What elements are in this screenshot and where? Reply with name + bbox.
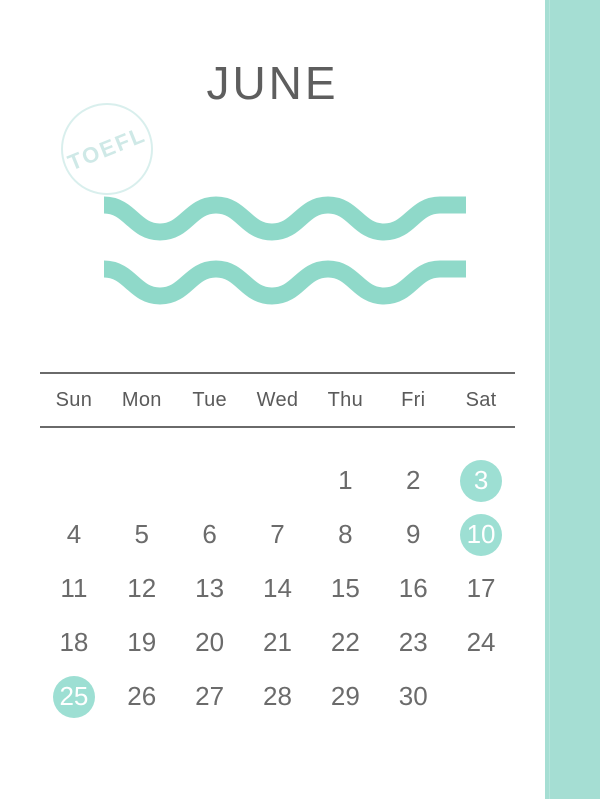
date-cell-1[interactable]: 1 bbox=[311, 454, 379, 508]
date-cell-24[interactable]: 24 bbox=[447, 616, 515, 670]
date-cell-13[interactable]: 13 bbox=[176, 562, 244, 616]
date-cell-9[interactable]: 9 bbox=[379, 508, 447, 562]
date-cell-4[interactable]: 4 bbox=[40, 508, 108, 562]
date-number: 4 bbox=[66, 519, 82, 549]
calendar-page: TOEFL JUNE Sun Mon Tue Wed Thu Fri Sat 1234567… bbox=[0, 0, 600, 799]
date-number: 5 bbox=[134, 519, 149, 549]
toefl-stamp-text: TOEFL bbox=[64, 122, 149, 176]
date-number: 13 bbox=[195, 573, 225, 603]
date-number: 17 bbox=[466, 573, 496, 603]
date-number: 26 bbox=[127, 681, 157, 711]
date-cell-21[interactable]: 21 bbox=[244, 616, 312, 670]
date-cell-empty bbox=[244, 454, 312, 508]
date-cell-19[interactable]: 19 bbox=[108, 616, 176, 670]
date-number: 30 bbox=[398, 681, 428, 711]
date-cell-27[interactable]: 27 bbox=[176, 670, 244, 724]
date-number: 24 bbox=[466, 627, 496, 657]
date-cell-2[interactable]: 2 bbox=[379, 454, 447, 508]
date-cell-3[interactable]: 3 bbox=[447, 454, 515, 508]
date-number: 14 bbox=[263, 573, 292, 603]
accent-bar-inner-line bbox=[549, 0, 550, 799]
date-number: 7 bbox=[270, 519, 285, 549]
date-cell-8[interactable]: 8 bbox=[311, 508, 379, 562]
date-cell-18[interactable]: 18 bbox=[40, 616, 108, 670]
date-cell-16[interactable]: 16 bbox=[379, 562, 447, 616]
date-cell-17[interactable]: 17 bbox=[447, 562, 515, 616]
date-cell-empty bbox=[447, 670, 515, 724]
header-rule-bottom bbox=[40, 426, 515, 428]
date-cell-22[interactable]: 22 bbox=[311, 616, 379, 670]
date-number: 6 bbox=[202, 519, 217, 549]
date-number: 15 bbox=[330, 573, 360, 603]
date-cell-12[interactable]: 12 bbox=[108, 562, 176, 616]
date-cell-20[interactable]: 20 bbox=[176, 616, 244, 670]
date-number: 23 bbox=[398, 627, 428, 657]
date-number: 28 bbox=[263, 681, 292, 711]
date-number: 12 bbox=[127, 573, 157, 603]
date-number: 18 bbox=[59, 627, 89, 657]
date-cell-15[interactable]: 15 bbox=[311, 562, 379, 616]
weekday-header-sat: Sat bbox=[465, 388, 497, 411]
date-cell-empty bbox=[40, 454, 108, 508]
date-cell-empty bbox=[108, 454, 176, 508]
date-cell-7[interactable]: 7 bbox=[244, 508, 312, 562]
date-cell-26[interactable]: 26 bbox=[108, 670, 176, 724]
date-number: 3 bbox=[460, 460, 503, 502]
date-number: 2 bbox=[405, 465, 421, 495]
weekday-header-thu: Thu bbox=[327, 388, 364, 411]
date-cell-empty bbox=[176, 454, 244, 508]
date-cell-10[interactable]: 10 bbox=[447, 508, 515, 562]
date-cell-25[interactable]: 25 bbox=[40, 670, 108, 724]
date-number: 19 bbox=[127, 627, 157, 657]
date-number: 25 bbox=[52, 676, 95, 718]
date-cell-11[interactable]: 11 bbox=[40, 562, 108, 616]
date-grid: 1 2 3 4 5 6 7 8 9 10 11 12 13 14 15 16 17 18 19 20 21 22 23 24 2… bbox=[40, 454, 515, 724]
accent-bar bbox=[545, 0, 600, 799]
month-title: JUNE bbox=[206, 57, 339, 109]
date-number: 11 bbox=[60, 573, 88, 603]
date-cell-6[interactable]: 6 bbox=[176, 508, 244, 562]
date-cell-30[interactable]: 30 bbox=[379, 670, 447, 724]
date-number: 1 bbox=[338, 465, 353, 495]
weekday-header-tue: Tue bbox=[192, 388, 227, 411]
weekday-header-mon: Mon bbox=[121, 388, 162, 411]
calendar-header: TOEFL JUNE bbox=[0, 0, 545, 360]
weekday-header-sun: Sun bbox=[55, 388, 93, 411]
weekday-header-wed: Wed bbox=[256, 388, 299, 411]
date-number: 10 bbox=[460, 514, 503, 556]
date-cell-29[interactable]: 29 bbox=[311, 670, 379, 724]
date-number: 27 bbox=[195, 681, 225, 711]
date-number: 16 bbox=[398, 573, 428, 603]
date-cell-14[interactable]: 14 bbox=[244, 562, 312, 616]
weekday-header-fri: Fri bbox=[401, 388, 426, 411]
date-cell-5[interactable]: 5 bbox=[108, 508, 176, 562]
date-number: 22 bbox=[330, 627, 360, 657]
date-cell-23[interactable]: 23 bbox=[379, 616, 447, 670]
calendar-grid: Sun Mon Tue Wed Thu Fri Sat 1 2 3 4 5 6 7 8 9 10 11 12 13 1… bbox=[40, 372, 515, 724]
wave-decoration bbox=[100, 185, 470, 315]
date-number: 21 bbox=[263, 627, 292, 657]
toefl-stamp-icon: TOEFL bbox=[58, 100, 156, 198]
date-number: 8 bbox=[338, 519, 353, 549]
weekday-header-row: Sun Mon Tue Wed Thu Fri Sat bbox=[40, 374, 515, 426]
date-number: 20 bbox=[195, 627, 225, 657]
date-cell-28[interactable]: 28 bbox=[244, 670, 312, 724]
wave-line-2 bbox=[103, 260, 466, 305]
wave-line-1 bbox=[103, 196, 466, 241]
date-number: 9 bbox=[405, 519, 421, 549]
date-number: 29 bbox=[330, 681, 360, 711]
